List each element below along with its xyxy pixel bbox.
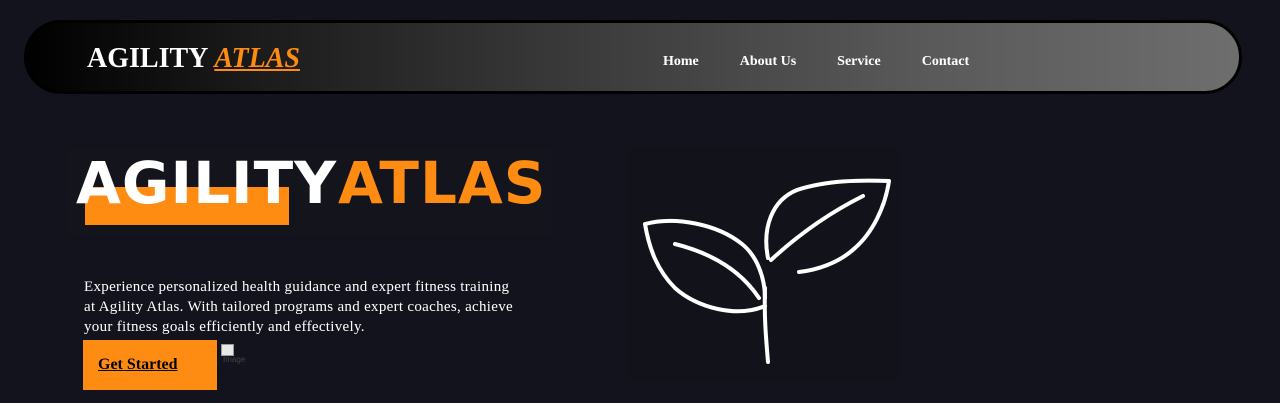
hero-logo-word-atlas: ATLAS bbox=[338, 149, 547, 217]
nav-link-contact[interactable]: Contact bbox=[922, 54, 969, 70]
nav-link-service[interactable]: Service bbox=[837, 54, 881, 70]
navbar: AGILITY ATLAS Home About Us Service Conta… bbox=[24, 20, 1242, 94]
hero-logo-image: AGILITY ATLAS bbox=[66, 148, 552, 236]
nav-link-about-us[interactable]: About Us bbox=[740, 54, 796, 70]
leaf-illustration bbox=[627, 148, 901, 380]
hero-logo-word-agility: AGILITY bbox=[76, 149, 338, 217]
page: AGILITY ATLAS Home About Us Service Conta… bbox=[0, 0, 1280, 403]
get-started-button[interactable]: Get Started bbox=[83, 340, 217, 390]
broken-image-alt-text: Image bbox=[223, 355, 246, 364]
brand-logo[interactable]: AGILITY ATLAS bbox=[87, 43, 300, 75]
nav-links: Home About Us Service Contact bbox=[663, 54, 1010, 70]
hero-description: Experience personalized health guidance … bbox=[84, 279, 513, 335]
nav-link-home[interactable]: Home bbox=[663, 54, 699, 70]
broken-image-icon: Image bbox=[221, 344, 245, 366]
brand-main-text: AGILITY bbox=[87, 43, 209, 74]
leaf-sprout-icon bbox=[643, 178, 891, 364]
brand-accent-text: ATLAS bbox=[214, 43, 300, 74]
